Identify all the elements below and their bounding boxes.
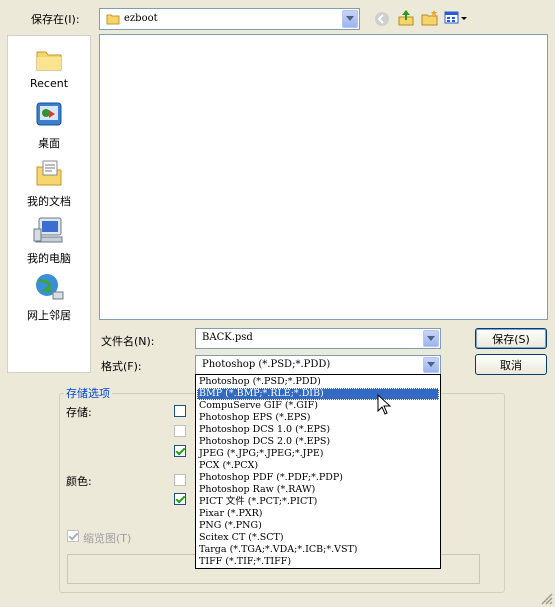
place-recent[interactable]: Recent: [8, 46, 90, 90]
filename-value: BACK.psd: [202, 332, 253, 343]
recent-folder-icon: [36, 51, 62, 71]
format-value: Photoshop (*.PSD;*.PDD): [202, 359, 331, 370]
my-computer-icon: [33, 217, 63, 243]
filename-field[interactable]: BACK.psd: [195, 328, 441, 349]
place-my-documents[interactable]: 我的文档: [8, 158, 90, 209]
storage-checkbox-1[interactable]: [174, 405, 186, 417]
format-option[interactable]: BMP (*.BMP;*.RLE;*.DIB): [197, 388, 439, 400]
format-label: 格式(F):: [101, 360, 142, 373]
format-option[interactable]: Pixar (*.PXR): [197, 508, 439, 520]
format-dropdown-list[interactable]: Photoshop (*.PSD;*.PDD) BMP (*.BMP;*.RLE;…: [195, 374, 441, 569]
place-desktop-label: 桌面: [38, 137, 60, 150]
filename-dropdown-button[interactable]: [423, 330, 439, 347]
format-option[interactable]: PCX (*.PCX): [197, 460, 439, 472]
save-button[interactable]: 保存(S): [475, 328, 547, 349]
places-bar: Recent 桌面 我的文档 我的电脑 网上邻居: [7, 35, 91, 373]
format-option[interactable]: Scitex CT (*.SCT): [197, 532, 439, 544]
place-network[interactable]: 网上邻居: [8, 272, 90, 323]
format-option[interactable]: CompuServe GIF (*.GIF): [197, 400, 439, 412]
place-my-computer[interactable]: 我的电脑: [8, 215, 90, 266]
format-option[interactable]: Targa (*.TGA;*.VDA;*.ICB;*.VST): [197, 544, 439, 556]
save-in-dropdown-button[interactable]: [342, 10, 358, 28]
up-folder-button[interactable]: [396, 8, 416, 28]
file-list[interactable]: [99, 34, 548, 320]
resize-grip-icon[interactable]: [540, 592, 553, 605]
new-folder-icon: [421, 10, 438, 26]
chevron-down-icon: [427, 335, 435, 341]
chevron-down-icon: [346, 16, 354, 21]
view-menu-button[interactable]: [444, 8, 468, 28]
storage-options-title: 存储选项: [64, 385, 112, 401]
network-places-icon: [36, 274, 64, 300]
format-option[interactable]: Photoshop (*.PSD;*.PDD): [197, 376, 439, 388]
format-option[interactable]: TIFF (*.TIF;*.TIFF): [197, 556, 439, 568]
format-option[interactable]: PNG (*.PNG): [197, 520, 439, 532]
folder-icon: [106, 13, 120, 28]
place-recent-label: Recent: [29, 77, 69, 90]
new-folder-button[interactable]: [420, 8, 440, 28]
format-option[interactable]: Photoshop Raw (*.RAW): [197, 484, 439, 496]
thumbnail-checkbox[interactable]: [67, 530, 79, 542]
cancel-button[interactable]: 取消: [475, 354, 547, 375]
desktop-icon: [36, 102, 62, 126]
back-arrow-icon: [375, 12, 389, 26]
format-option[interactable]: Photoshop DCS 2.0 (*.EPS): [197, 436, 439, 448]
color-label: 颜色:: [66, 475, 92, 488]
thumbnail-label: 缩览图(T): [83, 532, 132, 545]
place-network-label: 网上邻居: [27, 309, 71, 322]
view-menu-icon: [444, 11, 467, 24]
color-checkbox-1[interactable]: [174, 474, 186, 486]
storage-label: 存储:: [66, 406, 92, 419]
storage-checkbox-3[interactable]: [174, 445, 186, 457]
my-documents-icon: [36, 160, 62, 186]
chevron-down-icon: [427, 362, 435, 367]
place-desktop[interactable]: 桌面: [8, 100, 90, 151]
up-folder-icon: [398, 10, 414, 26]
format-option[interactable]: Photoshop PDF (*.PDF;*.PDP): [197, 472, 439, 484]
format-select[interactable]: Photoshop (*.PSD;*.PDD): [195, 355, 441, 375]
color-checkbox-2[interactable]: [174, 493, 186, 505]
place-my-computer-label: 我的电脑: [27, 252, 71, 265]
storage-checkbox-2[interactable]: [174, 425, 186, 437]
back-button[interactable]: [372, 9, 392, 29]
save-in-combo[interactable]: ezboot: [99, 8, 360, 30]
format-option[interactable]: Photoshop DCS 1.0 (*.EPS): [197, 424, 439, 436]
format-option[interactable]: PICT 文件 (*.PCT;*.PICT): [197, 496, 439, 508]
place-my-documents-label: 我的文档: [27, 195, 71, 208]
format-option[interactable]: JPEG (*.JPG;*.JPEG;*.JPE): [197, 448, 439, 460]
save-in-label: 保存在(I):: [31, 13, 80, 26]
format-option[interactable]: Photoshop EPS (*.EPS): [197, 412, 439, 424]
filename-label: 文件名(N):: [101, 335, 155, 348]
save-in-value: ezboot: [124, 13, 158, 24]
mouse-cursor-icon: [377, 394, 391, 415]
format-dropdown-button[interactable]: [423, 357, 439, 373]
